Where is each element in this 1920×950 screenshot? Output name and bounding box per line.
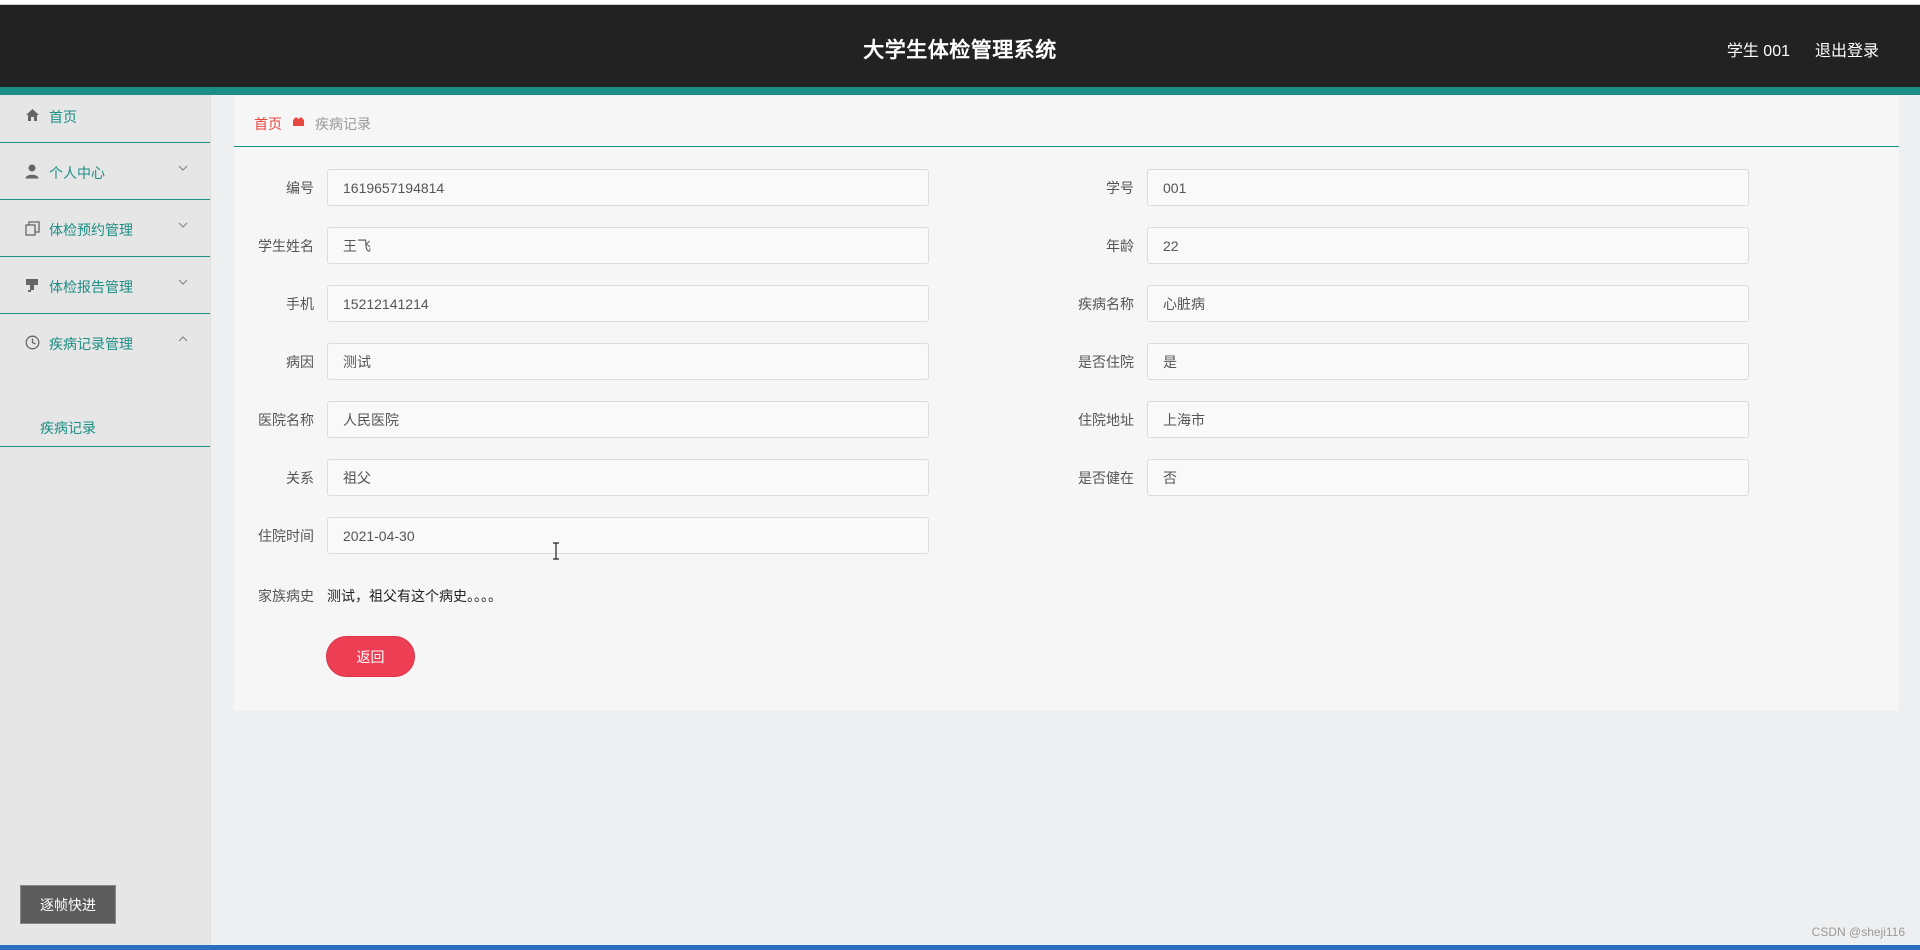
hospital-address-label: 住院地址: [1078, 412, 1134, 428]
student-no-field[interactable]: [1147, 169, 1749, 206]
admission-date-field[interactable]: [327, 517, 929, 554]
hospital-address-field[interactable]: [1147, 401, 1749, 438]
stamp-icon: [24, 277, 40, 293]
sidebar-item-label: 首页: [49, 109, 77, 125]
disease-name-label: 疾病名称: [1078, 296, 1134, 312]
relation-field[interactable]: [327, 459, 929, 496]
hospitalized-field[interactable]: [1147, 343, 1749, 380]
id-label: 编号: [286, 180, 314, 196]
relation-label: 关系: [286, 470, 314, 486]
accent-bar: [0, 87, 1920, 95]
user-icon: [24, 163, 40, 179]
breadcrumb: 首页 疾病记录: [234, 96, 1899, 147]
breadcrumb-separator-icon: [293, 117, 304, 126]
family-history-text: 测试，祖父有这个病史。。。。: [327, 588, 502, 604]
sidebar: 首页 个人中心 体检预约管理 体检报告管理 疾病记录管理 疾病记录 逐帧快进: [0, 95, 211, 945]
submenu-item-disease-record[interactable]: 疾病记录: [40, 418, 96, 438]
app-header: 大学生体检管理系统 学生 001 退出登录: [0, 5, 1920, 87]
sidebar-item-label: 个人中心: [49, 165, 105, 181]
student-name-field[interactable]: [327, 227, 929, 264]
alive-label: 是否健在: [1078, 470, 1134, 486]
breadcrumb-home[interactable]: 首页: [254, 114, 282, 134]
frame-step-button[interactable]: 逐帧快进: [20, 885, 116, 924]
family-history-label: 家族病史: [258, 588, 314, 604]
chevron-down-icon: [178, 279, 188, 285]
chevron-down-icon: [178, 222, 188, 228]
cause-field[interactable]: [327, 343, 929, 380]
current-user: 学生 001: [1726, 43, 1790, 60]
sidebar-item-label: 体检报告管理: [49, 279, 133, 295]
id-field[interactable]: [327, 169, 929, 206]
age-label: 年龄: [1106, 238, 1134, 254]
watermark: CSDN @sheji116: [1811, 925, 1905, 939]
sidebar-item-exam-report[interactable]: 体检报告管理: [0, 257, 210, 314]
clock-icon: [24, 334, 40, 350]
cause-label: 病因: [286, 354, 314, 370]
copy-icon: [24, 220, 40, 236]
chevron-up-icon: [178, 336, 188, 342]
main-content: 首页 疾病记录 编号 学生姓名 手机 病因 医院名称 关系 住院时间 学号 年龄…: [234, 96, 1899, 711]
bottom-border: [0, 945, 1920, 950]
app-title: 大学生体检管理系统: [863, 39, 1057, 62]
chevron-down-icon: [178, 165, 188, 171]
student-no-label: 学号: [1106, 180, 1134, 196]
back-button[interactable]: 返回: [326, 636, 415, 677]
sidebar-item-label: 体检预约管理: [49, 222, 133, 238]
hospital-name-label: 医院名称: [258, 412, 314, 428]
sidebar-item-label: 疾病记录管理: [49, 336, 133, 352]
text-cursor-icon: [553, 542, 559, 560]
disease-name-field[interactable]: [1147, 285, 1749, 322]
alive-field[interactable]: [1147, 459, 1749, 496]
sidebar-item-disease-records[interactable]: 疾病记录管理: [0, 314, 210, 371]
age-field[interactable]: [1147, 227, 1749, 264]
hospitalized-label: 是否住院: [1078, 354, 1134, 370]
sidebar-item-personal-center[interactable]: 个人中心: [0, 143, 210, 200]
home-icon: [24, 107, 40, 123]
submenu-disease-records: 疾病记录: [0, 371, 210, 447]
logout-link[interactable]: 退出登录: [1815, 37, 1879, 61]
phone-label: 手机: [286, 296, 314, 312]
admission-date-label: 住院时间: [258, 528, 314, 544]
sidebar-item-exam-appointment[interactable]: 体检预约管理: [0, 200, 210, 257]
phone-field[interactable]: [327, 285, 929, 322]
breadcrumb-current: 疾病记录: [315, 116, 371, 132]
student-name-label: 学生姓名: [258, 238, 314, 254]
sidebar-item-home[interactable]: 首页: [0, 95, 210, 143]
hospital-name-field[interactable]: [327, 401, 929, 438]
